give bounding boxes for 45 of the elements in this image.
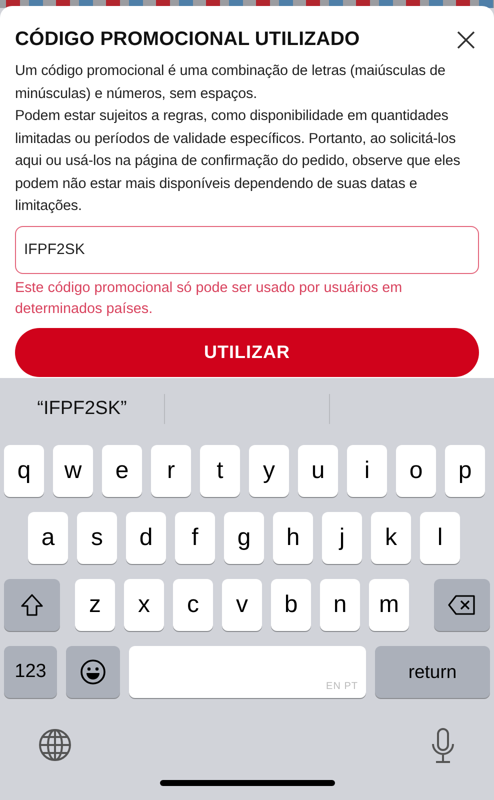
letter-key[interactable]: a <box>28 512 68 564</box>
letter-key[interactable]: s <box>77 512 117 564</box>
description-text: Um código promocional é uma combinação de letras (maiúsculas de minúsculas) e números, sem espaços. <box>15 62 446 104</box>
shift-key[interactable] <box>4 579 60 631</box>
letter-key[interactable]: u <box>298 445 338 497</box>
letter-key[interactable]: t <box>200 445 240 497</box>
smiley-icon <box>80 659 106 685</box>
letter-key[interactable]: z <box>75 579 115 631</box>
letter-key[interactable]: g <box>224 512 264 564</box>
promo-code-field[interactable]: IFPF2SK <box>15 226 479 274</box>
shift-icon <box>20 593 44 617</box>
numbers-key[interactable]: 123 <box>4 646 57 698</box>
error-message: Este código promocional só pode ser usado por usuários em determinados países. <box>15 278 404 318</box>
letter-key[interactable]: l <box>420 512 460 564</box>
letter-key[interactable]: n <box>320 579 360 631</box>
letter-key[interactable]: q <box>4 445 44 497</box>
use-button[interactable]: UTILIZAR <box>15 328 479 376</box>
microphone-icon[interactable] <box>430 728 456 764</box>
letter-key[interactable]: f <box>175 512 215 564</box>
language-label: EN PT <box>326 680 358 694</box>
emoji-key[interactable] <box>66 646 120 698</box>
letter-key[interactable]: x <box>124 579 164 631</box>
return-key[interactable]: return <box>375 646 490 698</box>
dialog-title: CÓDIGO PROMOCIONAL UTILIZADO <box>15 28 360 52</box>
letter-key[interactable]: i <box>347 445 387 497</box>
letter-key[interactable]: j <box>322 512 362 564</box>
suggestion[interactable]: “IFPF2SK” <box>37 398 127 419</box>
letter-key[interactable]: o <box>396 445 436 497</box>
letter-key[interactable]: y <box>249 445 289 497</box>
letter-key[interactable]: p <box>445 445 485 497</box>
letter-key[interactable]: m <box>369 579 409 631</box>
backspace-icon <box>448 595 476 615</box>
delete-key[interactable] <box>434 579 490 631</box>
letter-key[interactable]: r <box>151 445 191 497</box>
letter-key[interactable]: e <box>102 445 142 497</box>
close-icon <box>457 30 475 49</box>
globe-icon[interactable] <box>38 728 72 762</box>
letter-key[interactable]: c <box>173 579 213 631</box>
letter-key[interactable]: k <box>371 512 411 564</box>
description-text: Podem estar sujeitos a regras, como disponibilidade em quantidades limitadas ou períodos de validade específicos. Portanto, ao solicitá-los aqui ou usá-los na página de confirmação do pedido, observe que eles podem não estar mais disponíveis dependendo de suas datas e limitações. <box>15 107 462 216</box>
letter-key[interactable]: h <box>273 512 313 564</box>
letter-key[interactable]: b <box>271 579 311 631</box>
letter-key[interactable]: d <box>126 512 166 564</box>
letter-key[interactable]: w <box>53 445 93 497</box>
letter-key[interactable]: v <box>222 579 262 631</box>
